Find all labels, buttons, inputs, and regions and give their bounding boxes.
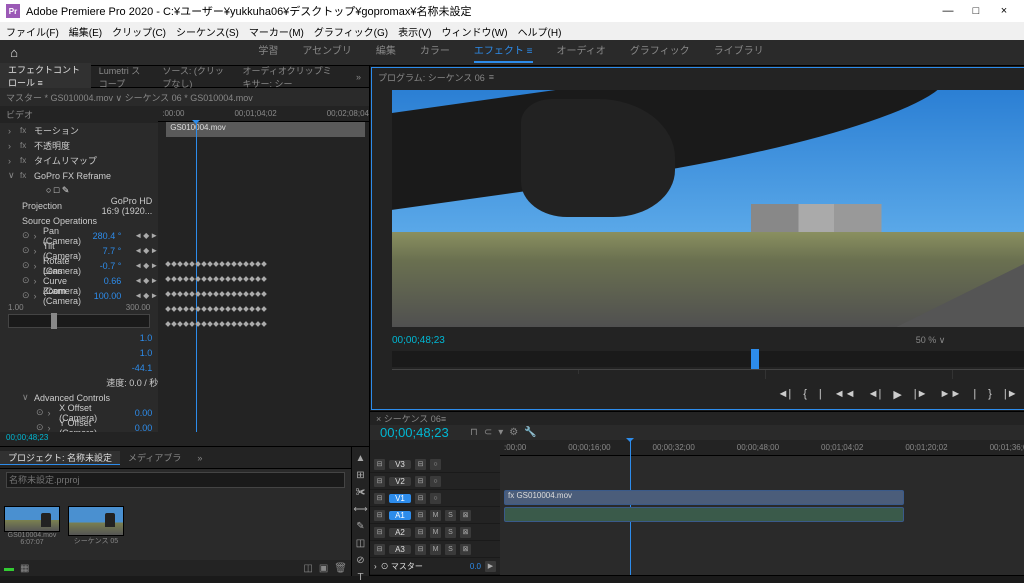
- tool-button[interactable]: ✎: [356, 521, 364, 532]
- workspace-tab[interactable]: オーディオ: [557, 42, 606, 63]
- workspace-tabs: 学習 アセンブリ 編集 カラー エフェクト ≡ オーディオ グラフィック ライブラリ: [28, 42, 994, 63]
- workspace-tab[interactable]: グラフィック: [630, 42, 690, 63]
- effect-controls-properties: ビデオ›fxモーション›fx不透明度›fxタイムリマップ∨fxGoPro FX …: [0, 106, 158, 432]
- program-viewport[interactable]: [392, 90, 1024, 327]
- menu-item[interactable]: 表示(V): [398, 24, 431, 39]
- audio-clip[interactable]: [504, 507, 904, 522]
- track-header[interactable]: ⊟A1⊟MS⊠: [370, 507, 500, 524]
- menu-bar: ファイル(F) 編集(E) クリップ(C) シーケンス(S) マーカー(M) グラフィック…: [0, 22, 1024, 40]
- effect-controls-timeline[interactable]: :00:0000;01;04;0200;02;08;04 GS010004.mo…: [158, 106, 369, 432]
- tab-project[interactable]: プロジェクト: 名称未設定: [0, 451, 120, 465]
- workspace-tab[interactable]: ライブラリ: [714, 42, 764, 63]
- tab-overflow[interactable]: »: [348, 72, 369, 82]
- ec-timecode: 00;00;48;23: [0, 432, 369, 446]
- menu-item[interactable]: ウィンドウ(W): [441, 24, 507, 39]
- program-timecode[interactable]: 00;00;48;23: [392, 335, 445, 346]
- track-header[interactable]: ⊟V1⊟○: [370, 490, 500, 507]
- link-icon[interactable]: ⊂: [484, 427, 492, 438]
- new-item-icon[interactable]: ▣: [319, 563, 328, 574]
- menu-item[interactable]: シーケンス(S): [176, 24, 239, 39]
- tool-button[interactable]: ⊘: [356, 555, 364, 566]
- program-monitor: プログラム: シーケンス 06 ≡: [371, 67, 1024, 410]
- workspace-tab[interactable]: 編集: [376, 42, 396, 63]
- transport-button[interactable]: |►: [1004, 388, 1018, 400]
- transport-button[interactable]: ◄◄: [834, 388, 856, 400]
- tab-media-browser[interactable]: メディアブラ: [120, 451, 189, 464]
- tool-button[interactable]: ✀: [356, 487, 366, 498]
- panel-tab[interactable]: ソース: (クリップなし): [154, 64, 234, 90]
- menu-item[interactable]: グラフィック(G): [314, 24, 388, 39]
- track-header[interactable]: ⊟V2⊟○: [370, 473, 500, 490]
- effect-controls-tabs: エフェクトコントロール ≡Lumetri スコープソース: (クリップなし)オー…: [0, 66, 369, 88]
- window-titlebar: Pr Adobe Premiere Pro 2020 - C:¥ユーザー¥yuk…: [0, 0, 1024, 22]
- transport-controls: ◄|{|◄◄◄|▶|►►►|}|►⊡✂📷⊞+: [372, 379, 1024, 409]
- workspace-tab[interactable]: エフェクト ≡: [474, 42, 533, 63]
- program-scrubber[interactable]: [392, 351, 1024, 367]
- transport-button[interactable]: }: [988, 388, 992, 400]
- effect-controls-header: マスター * GS010004.mov ∨ シーケンス 06 * GS01000…: [0, 88, 369, 106]
- trash-icon[interactable]: 🗑: [334, 563, 347, 574]
- snap-icon[interactable]: ⊓: [470, 427, 478, 438]
- video-clip[interactable]: fx GS010004.mov: [504, 490, 904, 505]
- workspace-bar: ⌂ 学習 アセンブリ 編集 カラー エフェクト ≡ オーディオ グラフィック ライブラリ: [0, 40, 1024, 66]
- tool-button[interactable]: ▲: [356, 453, 366, 464]
- panel-tab[interactable]: エフェクトコントロール ≡: [0, 63, 91, 90]
- home-button[interactable]: ⌂: [0, 45, 28, 60]
- list-view-icon[interactable]: ▬: [4, 563, 14, 574]
- transport-button[interactable]: ◄|: [777, 388, 791, 400]
- track-header[interactable]: ⊟A2⊟MS⊠: [370, 524, 500, 541]
- transport-button[interactable]: ▶: [893, 388, 901, 401]
- new-bin-icon[interactable]: ◫: [303, 563, 312, 574]
- transport-button[interactable]: ►►: [940, 388, 962, 400]
- menu-item[interactable]: 編集(E): [69, 24, 102, 39]
- timeline-panel: × シーケンス 06 ≡ 00;00;48;23 ⊓ ⊂ ▾ ⚙ 🔧 ⊟V3⊟○…: [370, 411, 1024, 576]
- workspace-tab[interactable]: 学習: [258, 42, 278, 63]
- workspace-tab[interactable]: アセンブリ: [302, 42, 352, 63]
- app-logo: Pr: [6, 4, 20, 18]
- icon-view-icon[interactable]: ▦: [20, 563, 29, 574]
- menu-item[interactable]: クリップ(C): [112, 24, 166, 39]
- maximize-button[interactable]: □: [962, 5, 990, 17]
- project-thumbnail[interactable]: GS010004.mov6:07:07: [4, 506, 60, 546]
- panel-tab[interactable]: Lumetri スコープ: [91, 64, 155, 90]
- timeline-tab[interactable]: × シーケンス 06: [376, 412, 441, 425]
- minimize-button[interactable]: —: [934, 5, 962, 17]
- settings-icon[interactable]: ⚙: [509, 427, 518, 438]
- transport-button[interactable]: {: [803, 388, 807, 400]
- project-thumbnail[interactable]: シーケンス 05: [68, 506, 124, 546]
- workspace-tab[interactable]: カラー: [420, 42, 450, 63]
- transport-button[interactable]: |: [819, 388, 822, 400]
- menu-item[interactable]: マーカー(M): [249, 24, 304, 39]
- timeline-timecode[interactable]: 00;00;48;23: [370, 425, 470, 440]
- track-header[interactable]: ⊟V3⊟○: [370, 456, 500, 473]
- tool-button[interactable]: T: [357, 572, 363, 583]
- window-title: Adobe Premiere Pro 2020 - C:¥ユーザー¥yukkuh…: [26, 3, 934, 19]
- tool-button[interactable]: ◫: [356, 538, 365, 549]
- tool-button[interactable]: ⟷: [353, 504, 367, 515]
- tool-button[interactable]: ⊞: [356, 470, 364, 481]
- program-tab[interactable]: プログラム: シーケンス 06: [378, 71, 485, 84]
- panel-tab[interactable]: オーディオクリップミキサー: シー: [234, 64, 347, 90]
- menu-item[interactable]: ヘルプ(H): [518, 24, 562, 39]
- track-header[interactable]: ⊟A3⊟MS⊠: [370, 541, 500, 558]
- tab-overflow[interactable]: »: [189, 453, 210, 463]
- zoom-level[interactable]: 50 %: [916, 335, 937, 345]
- transport-button[interactable]: |: [973, 388, 976, 400]
- close-button[interactable]: ×: [990, 5, 1018, 17]
- marker-icon[interactable]: ▾: [498, 427, 503, 438]
- transport-button[interactable]: |►: [914, 388, 928, 400]
- transport-button[interactable]: ◄|: [868, 388, 882, 400]
- menu-item[interactable]: ファイル(F): [6, 24, 59, 39]
- project-search-input[interactable]: [6, 472, 345, 488]
- wrench-icon[interactable]: 🔧: [524, 427, 536, 438]
